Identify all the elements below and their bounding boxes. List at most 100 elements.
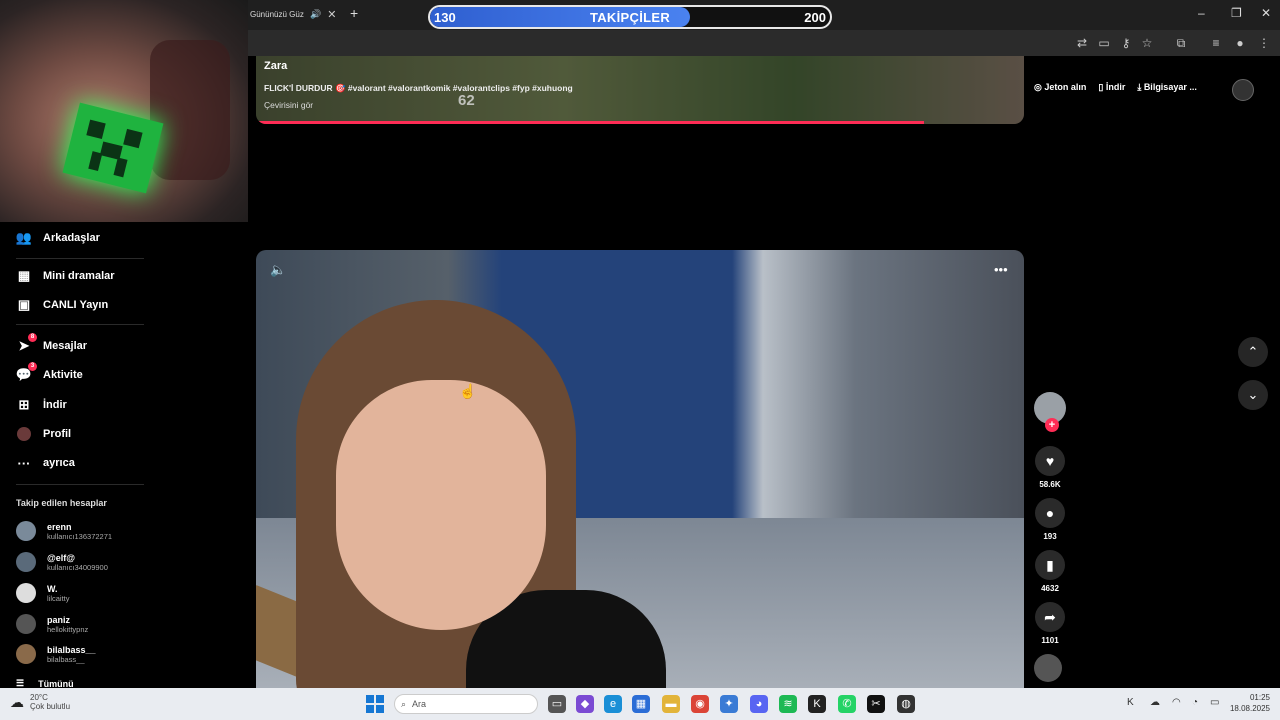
activity-icon: 💬 3 bbox=[16, 362, 37, 383]
plus-icon[interactable]: + bbox=[350, 5, 358, 21]
sidebar-item-messages[interactable]: ➤ 8 Mesajlar bbox=[16, 333, 87, 354]
next-video-button[interactable]: ⌄ bbox=[1238, 380, 1268, 410]
sidebar: 👥 Arkadaşlar ▦ Mini dramalar ▣ CANLI Yay… bbox=[0, 222, 248, 689]
account-name: @elf@ bbox=[47, 552, 76, 563]
discord-icon[interactable]: ◕ bbox=[750, 695, 768, 713]
network-icon[interactable]: ☁ bbox=[1150, 697, 1160, 708]
browser-tab[interactable]: Gününüzü Güz 🔊 ✕ bbox=[248, 4, 340, 24]
see-all-label: Tümünü bbox=[38, 678, 74, 689]
avatar-icon bbox=[16, 426, 32, 442]
save-button[interactable]: ▮ 4632 bbox=[1034, 550, 1066, 593]
follow-plus-icon[interactable]: + bbox=[1045, 418, 1059, 432]
edge-icon[interactable]: e bbox=[604, 695, 622, 713]
kick-tray-icon[interactable]: K bbox=[1127, 697, 1134, 708]
volume-icon[interactable]: ◔ bbox=[1192, 697, 1198, 708]
sidebar-item-download[interactable]: ⊞ İndir bbox=[16, 397, 67, 413]
capcut-icon[interactable]: ✂ bbox=[867, 695, 885, 713]
profile-avatar[interactable] bbox=[1232, 79, 1254, 101]
list-item[interactable]: erenn kullanıcı136372271 bbox=[16, 521, 112, 541]
like-button[interactable]: ♥ 58.6K bbox=[1034, 446, 1066, 489]
get-coins-link[interactable]: ◎ Jeton alın bbox=[1034, 82, 1086, 93]
list-item[interactable]: bilalbass__ bilalbass__ bbox=[16, 644, 96, 664]
goal-title: TAKİPÇİLER bbox=[589, 10, 671, 25]
chrome-icon[interactable]: ◉ bbox=[691, 695, 709, 713]
bookmark-star-icon[interactable]: ☆ bbox=[1139, 35, 1155, 51]
list-item[interactable]: W. lilcaitty bbox=[16, 583, 70, 603]
webcam-overlay bbox=[0, 0, 248, 222]
close-icon[interactable]: ✕ bbox=[1261, 6, 1271, 20]
sidebar-item-label: CANLI Yayın bbox=[43, 299, 109, 311]
sidebar-item-label: Aktivite bbox=[43, 369, 83, 381]
account-handle: hellokittypnz bbox=[47, 624, 89, 634]
desktop-app-link[interactable]: ⤓ Bilgisayar ... bbox=[1137, 82, 1197, 93]
list-item[interactable]: @elf@ kullanıcı34009900 bbox=[16, 552, 108, 572]
kick-icon[interactable]: K bbox=[808, 695, 826, 713]
sound-disc[interactable] bbox=[1034, 654, 1066, 682]
windows-taskbar: ☁ 20°C Çok bulutlu ⌕ Ara ▭ ◆ e ▦ ▬ ◉ ✦ ◕… bbox=[0, 688, 1280, 720]
header-links: ◎ Jeton alın ▯ İndir ⤓ Bilgisayar ... bbox=[1034, 82, 1197, 93]
file-explorer-icon[interactable]: ▬ bbox=[662, 695, 680, 713]
comment-button[interactable]: ● 193 bbox=[1034, 498, 1066, 541]
get-app-link[interactable]: ▯ İndir bbox=[1098, 82, 1125, 93]
volume-icon[interactable]: 🔈 bbox=[270, 262, 286, 278]
avatar bbox=[16, 583, 36, 603]
battery-icon[interactable]: ▭ bbox=[1210, 697, 1219, 708]
author-avatar-wrap[interactable]: + bbox=[1034, 392, 1066, 432]
tab-title: Gününüzü Güz bbox=[250, 9, 304, 19]
sidebar-item-label: Profil bbox=[43, 428, 72, 440]
speaker-icon[interactable]: 🔊 bbox=[310, 9, 321, 20]
sidebar-item-profile[interactable]: Profil bbox=[16, 426, 71, 442]
wifi-icon[interactable]: ◠ bbox=[1172, 697, 1181, 708]
taskbar-search[interactable]: ⌕ Ara bbox=[394, 694, 538, 714]
task-view-icon[interactable]: ▭ bbox=[548, 695, 566, 713]
share-button[interactable]: ➦ 1101 bbox=[1034, 602, 1066, 645]
menu-icon[interactable]: ⋮ bbox=[1256, 35, 1272, 51]
account-name: erenn bbox=[47, 521, 72, 532]
profile-icon[interactable]: ● bbox=[1232, 35, 1248, 51]
close-icon[interactable]: ✕ bbox=[327, 8, 336, 21]
account-handle: kullanıcı136372271 bbox=[47, 531, 113, 541]
clock-date: 18.08.2025 bbox=[1229, 704, 1270, 713]
app-icon[interactable]: ✦ bbox=[720, 695, 738, 713]
goal-end-value: 200 bbox=[804, 10, 826, 25]
comment-count: 193 bbox=[1043, 532, 1057, 541]
get-coins-label: Jeton alın bbox=[1044, 82, 1087, 92]
whatsapp-icon[interactable]: ✆ bbox=[838, 695, 856, 713]
obs-icon[interactable]: ◍ bbox=[897, 695, 915, 713]
more-options-icon[interactable]: ••• bbox=[994, 262, 1008, 277]
sidebar-item-label: Arkadaşlar bbox=[43, 232, 100, 244]
sidebar-item-friends[interactable]: 👥 Arkadaşlar bbox=[16, 230, 100, 246]
video-progress-bar[interactable] bbox=[256, 121, 925, 124]
video-author[interactable]: Zara bbox=[264, 60, 287, 72]
start-button[interactable] bbox=[366, 695, 384, 713]
taskbar-clock[interactable]: 01:25 18.08.2025 bbox=[1226, 692, 1270, 714]
store-icon[interactable]: ▦ bbox=[632, 695, 650, 713]
minimize-icon[interactable]: – bbox=[1198, 6, 1205, 20]
weather-widget[interactable]: ☁ 20°C Çok bulutlu bbox=[10, 693, 70, 711]
account-name: W. bbox=[47, 583, 58, 594]
widgets-icon[interactable]: ◆ bbox=[576, 695, 594, 713]
key-icon[interactable]: ⚷ bbox=[1118, 35, 1134, 51]
more-icon: ··· bbox=[17, 455, 31, 471]
video-player[interactable]: 🔈 ••• bbox=[256, 250, 1024, 688]
translate-icon[interactable]: ⇄ bbox=[1074, 35, 1090, 51]
extensions-icon[interactable]: ⧉ bbox=[1173, 35, 1189, 51]
activity-badge: 3 bbox=[28, 362, 37, 371]
media-icon[interactable]: ≡ bbox=[1208, 35, 1224, 51]
restore-icon[interactable]: ❐ bbox=[1231, 6, 1242, 20]
mouse-cursor-icon: ☝ bbox=[459, 383, 477, 399]
clock-time: 01:25 bbox=[1249, 693, 1270, 702]
sidebar-item-live[interactable]: ▣ CANLI Yayın bbox=[16, 297, 108, 313]
sidebar-item-mini-dramas[interactable]: ▦ Mini dramalar bbox=[16, 268, 115, 284]
list-item[interactable]: paniz hellokittypnz bbox=[16, 614, 88, 634]
cast-icon[interactable]: ▭ bbox=[1096, 35, 1112, 51]
sidebar-item-activity[interactable]: 💬 3 Aktivite bbox=[16, 362, 83, 383]
translate-link[interactable]: Çevirisini gör bbox=[264, 100, 313, 110]
account-handle: lilcaitty bbox=[47, 593, 70, 603]
like-count: 58.6K bbox=[1039, 480, 1061, 489]
spotify-icon[interactable]: ≋ bbox=[779, 695, 797, 713]
send-icon: ➤ 8 bbox=[16, 333, 37, 354]
sidebar-item-more[interactable]: ··· ayrıca bbox=[16, 455, 75, 471]
previous-video-button[interactable]: ⌃ bbox=[1238, 337, 1268, 367]
video-card-previous[interactable]: 62 Zara FLICK'İ DURDUR 🎯 #valorant #valo… bbox=[256, 56, 1024, 124]
